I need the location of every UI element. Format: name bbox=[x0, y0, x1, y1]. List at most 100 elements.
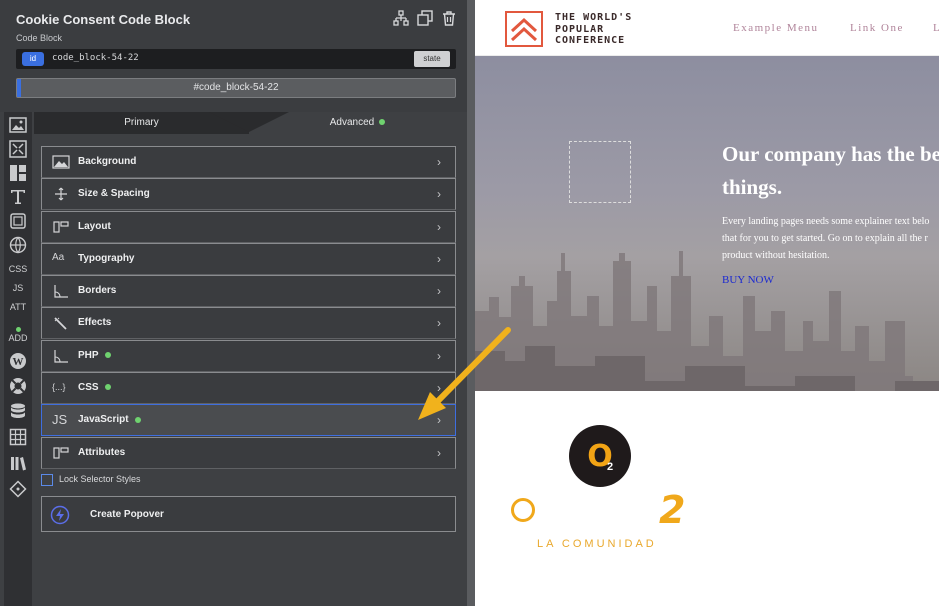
id-value[interactable]: code_block-54-22 bbox=[52, 53, 139, 63]
lifebuoy-icon[interactable] bbox=[4, 377, 32, 395]
content-section: O 2 2 LA COMUNIDAD bbox=[475, 391, 939, 606]
o2-subscript: 2 bbox=[607, 461, 614, 473]
section-effects[interactable]: Effects › bbox=[41, 307, 456, 340]
selector-field[interactable]: #code_block-54-22 bbox=[16, 78, 456, 98]
popover-label: Create Popover bbox=[90, 509, 164, 520]
site-header: THE WORLD'S POPULAR CONFERENCE Example M… bbox=[475, 0, 939, 56]
selected-code-block-outline[interactable] bbox=[569, 141, 631, 203]
chevron-right-icon: › bbox=[437, 219, 441, 234]
lock-label: Lock Selector Styles bbox=[59, 474, 141, 484]
section-label: Size & Spacing bbox=[78, 188, 150, 200]
attributes-icon bbox=[52, 446, 70, 460]
wordpress-icon[interactable]: W bbox=[4, 352, 32, 370]
nav-link-truncated[interactable]: L bbox=[933, 22, 939, 34]
hero-heading-line: Our company has the be bbox=[722, 142, 939, 166]
logo-line: CONFERENCE bbox=[555, 35, 626, 46]
section-layout[interactable]: Layout › bbox=[41, 210, 456, 243]
trash-icon[interactable] bbox=[441, 10, 457, 26]
hero-text: Every landing pages needs some explainer… bbox=[722, 213, 939, 264]
typography-icon: Aa bbox=[52, 251, 65, 263]
logo-text[interactable]: THE WORLD'S POPULAR CONFERENCE bbox=[555, 12, 632, 47]
section-label-text: PHP bbox=[78, 349, 99, 361]
id-field[interactable]: id code_block-54-22 state bbox=[16, 49, 456, 69]
lock-checkbox[interactable] bbox=[41, 474, 53, 486]
tab-primary-label: Primary bbox=[124, 117, 159, 128]
effects-icon bbox=[52, 316, 70, 331]
panel-header: Cookie Consent Code Block Code Block id … bbox=[0, 0, 467, 112]
chevron-right-icon: › bbox=[437, 381, 441, 396]
selector-value[interactable]: #code_block-54-22 bbox=[17, 82, 455, 93]
section-label-text: CSS bbox=[78, 382, 99, 394]
o2-mark: O bbox=[587, 439, 613, 474]
section-label: Borders bbox=[78, 285, 117, 297]
advanced-sections: Background › Size & Spacing › Layout › A… bbox=[41, 146, 456, 469]
database-icon[interactable] bbox=[4, 402, 32, 420]
section-label: Typography bbox=[78, 252, 135, 264]
duplicate-icon[interactable] bbox=[417, 10, 433, 26]
tab-notch bbox=[209, 112, 289, 132]
section-size-spacing[interactable]: Size & Spacing › bbox=[41, 178, 456, 211]
section-php[interactable]: PHP › bbox=[41, 339, 456, 372]
structure-icon[interactable] bbox=[393, 10, 409, 26]
rail-add[interactable]: ADD bbox=[4, 327, 32, 343]
css-status-dot bbox=[104, 384, 111, 391]
rail-css[interactable]: CSS bbox=[4, 264, 32, 274]
buy-now-link[interactable]: BUY NOW bbox=[722, 274, 774, 286]
panel-tabs: Advanced Primary bbox=[34, 112, 466, 134]
brand-tagline: LA COMUNIDAD bbox=[537, 538, 657, 550]
background-icon bbox=[52, 155, 70, 169]
hero-text-line: product without hesitation. bbox=[722, 250, 830, 261]
element-title: Cookie Consent Code Block bbox=[16, 12, 191, 27]
chevron-right-icon: › bbox=[437, 187, 441, 202]
text-icon[interactable] bbox=[4, 188, 32, 206]
move-icon[interactable] bbox=[4, 480, 32, 498]
chevron-right-icon: › bbox=[437, 251, 441, 266]
globe-icon[interactable] bbox=[4, 236, 32, 254]
library-icon[interactable] bbox=[4, 454, 32, 472]
rail-js[interactable]: JS bbox=[4, 283, 32, 293]
o2-logo: O 2 bbox=[569, 425, 631, 487]
section-background[interactable]: Background › bbox=[41, 146, 456, 178]
section-label: JavaScript bbox=[78, 414, 141, 425]
section-attributes[interactable]: Attributes › bbox=[41, 436, 456, 469]
php-status-dot bbox=[104, 352, 111, 359]
chevron-right-icon: › bbox=[437, 445, 441, 460]
page-preview: THE WORLD'S POPULAR CONFERENCE Example M… bbox=[475, 0, 939, 606]
logo-line: THE WORLD'S bbox=[555, 12, 633, 23]
javascript-icon: JS bbox=[52, 412, 68, 428]
chevron-up-logo-icon[interactable] bbox=[505, 11, 543, 47]
section-typography[interactable]: Aa Typography › bbox=[41, 242, 456, 275]
table-icon[interactable] bbox=[4, 428, 32, 446]
chevron-right-icon: › bbox=[437, 316, 441, 331]
brand-digit: 2 bbox=[659, 488, 686, 532]
section-borders[interactable]: Borders › bbox=[41, 275, 456, 308]
id-badge[interactable]: id bbox=[22, 52, 44, 66]
hero-text-line: Every landing pages needs some explainer… bbox=[722, 216, 930, 227]
element-type: Code Block bbox=[16, 33, 63, 43]
image-icon[interactable] bbox=[4, 116, 32, 134]
chevron-right-icon: › bbox=[437, 413, 441, 428]
section-css[interactable]: {...} CSS › bbox=[41, 372, 456, 405]
svg-text:W: W bbox=[13, 356, 24, 368]
tab-advanced-label: Advanced bbox=[329, 117, 375, 128]
create-popover-button[interactable]: Create Popover bbox=[41, 496, 456, 532]
section-label-text: JavaScript bbox=[78, 414, 129, 426]
rail-att[interactable]: ATT bbox=[4, 302, 32, 312]
section-label: Effects bbox=[78, 317, 112, 329]
chevron-right-icon: › bbox=[437, 155, 441, 169]
container-icon[interactable] bbox=[4, 212, 32, 230]
columns-icon[interactable] bbox=[4, 164, 32, 182]
hero-section: Our company has the be things. Every lan… bbox=[475, 56, 939, 391]
nav-link-one[interactable]: Link One bbox=[850, 22, 904, 34]
expand-icon[interactable] bbox=[4, 140, 32, 158]
size-spacing-icon bbox=[52, 187, 70, 201]
section-javascript[interactable]: JS JavaScript › bbox=[41, 404, 456, 437]
hero-heading: Our company has the be things. bbox=[722, 138, 939, 204]
state-button[interactable]: state bbox=[414, 51, 450, 67]
panel-resize-handle[interactable] bbox=[467, 0, 475, 606]
chevron-right-icon: › bbox=[437, 284, 441, 299]
css-icon: {...} bbox=[52, 382, 66, 393]
nav-link-example-menu[interactable]: Example Menu bbox=[733, 22, 819, 34]
javascript-status-dot bbox=[134, 416, 141, 423]
section-label: Background bbox=[78, 156, 137, 167]
